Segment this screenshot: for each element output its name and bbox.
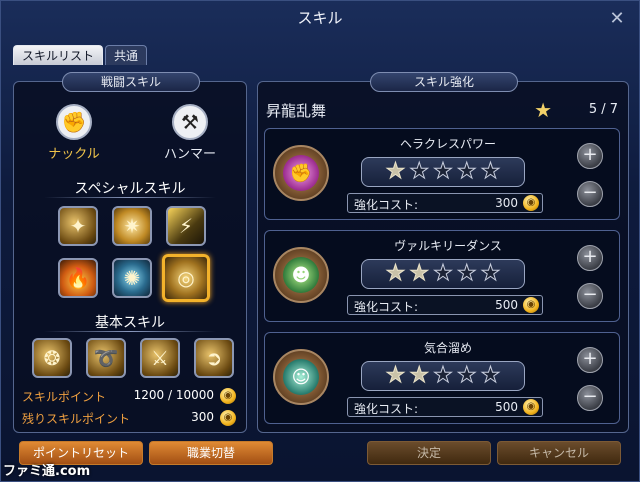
star-icon: ★ xyxy=(534,98,552,122)
special-skill-icon-4[interactable]: 🔥 xyxy=(58,258,98,298)
weapon-hammer-label: ハンマー xyxy=(163,147,216,162)
star-rating: ★ ★ ★ ★ ★ xyxy=(361,157,525,187)
special-skill-heading: スペシャルスキル xyxy=(74,181,186,197)
star-empty-icon: ★ xyxy=(433,363,454,388)
special-skill-icon-3[interactable]: ⚡ xyxy=(166,206,206,246)
enhance-cost: 強化コスト: 500 ◉ xyxy=(347,295,543,315)
basic-skill-heading: 基本スキル xyxy=(95,315,165,331)
remaining-points-row: 残りスキルポイント 300 ◉ xyxy=(22,410,238,428)
skill-points-value: 1200 / 10000 xyxy=(133,388,214,402)
basic-skill-icon-4[interactable]: ➲ xyxy=(194,338,234,378)
job-switch-button[interactable]: 職業切替 xyxy=(149,441,273,465)
enhancement-name: ヘラクレスパワー xyxy=(399,137,496,151)
star-empty-icon: ★ xyxy=(480,159,501,184)
coin-icon: ◉ xyxy=(523,297,539,313)
enhancement-name: 気合溜め xyxy=(423,341,472,355)
skill-points-row: スキルポイント 1200 / 10000 ◉ xyxy=(22,388,238,406)
divider xyxy=(44,331,216,332)
valkyrie-icon: ☻ xyxy=(283,257,319,293)
basic-skill-icon-3[interactable]: ⚔ xyxy=(140,338,180,378)
skill-enhance-panel: スキル強化 昇龍乱舞 ★ 5 / 7 ✊ ヘラクレスパワー ★ ★ ★ ★ ★ 強化コス… xyxy=(257,72,629,433)
cost-value: 500 xyxy=(495,298,518,312)
star-rating: ★ ★ ★ ★ ★ xyxy=(361,259,525,289)
tab-skill-list[interactable]: スキルリスト xyxy=(13,45,104,65)
enhancement-name: ヴァルキリーダンス xyxy=(394,239,502,253)
special-skill-icon-5[interactable]: ✺ xyxy=(112,258,152,298)
special-skill-icon-6-selected[interactable]: ◎ xyxy=(162,254,210,302)
skill-points-label: スキルポイント xyxy=(22,390,107,404)
cost-label: 強化コスト: xyxy=(354,300,419,314)
star-rating: ★ ★ ★ ★ ★ xyxy=(361,361,525,391)
weapon-knuckle-label: ナックル xyxy=(48,147,100,162)
hammer-icon: ⚒ xyxy=(172,104,208,140)
star-empty-icon: ★ xyxy=(456,159,477,184)
combat-skill-header: 戦闘スキル xyxy=(62,72,200,92)
star-filled-icon: ★ xyxy=(409,363,430,388)
divider xyxy=(44,197,216,198)
star-filled-icon: ★ xyxy=(385,261,406,286)
cost-label: 強化コスト: xyxy=(354,198,419,212)
enhance-cost: 強化コスト: 500 ◉ xyxy=(347,397,543,417)
basic-skill-icon-2[interactable]: ➰ xyxy=(86,338,126,378)
emblem-icon: ☺ xyxy=(273,349,329,405)
enhancement-card-2: ☻ ヴァルキリーダンス ★ ★ ★ ★ ★ 強化コスト: 500 ◉ + − xyxy=(264,230,620,322)
cost-value: 300 xyxy=(495,196,518,210)
weapon-hammer[interactable]: ⚒ ハンマー xyxy=(150,104,230,162)
confirm-button[interactable]: 決定 xyxy=(367,441,491,465)
minus-button[interactable]: − xyxy=(577,385,603,411)
minus-button[interactable]: − xyxy=(577,181,603,207)
weapon-selector: ✊ ナックル ⚒ ハンマー xyxy=(14,104,246,164)
star-empty-icon: ★ xyxy=(480,363,501,388)
remaining-points-value: 300 xyxy=(191,410,214,424)
plus-button[interactable]: + xyxy=(577,245,603,271)
emblem-icon: ✊ xyxy=(273,145,329,201)
enhance-cost: 強化コスト: 300 ◉ xyxy=(347,193,543,213)
selected-skill-name: 昇龍乱舞 xyxy=(266,102,327,120)
basic-skill-icon-1[interactable]: ❂ xyxy=(32,338,72,378)
star-empty-icon: ★ xyxy=(480,261,501,286)
coin-icon: ◉ xyxy=(523,195,539,211)
star-empty-icon: ★ xyxy=(409,159,430,184)
coin-icon: ◉ xyxy=(523,399,539,415)
selected-skill-header: 昇龍乱舞 ★ 5 / 7 xyxy=(266,98,620,122)
tab-common[interactable]: 共通 xyxy=(105,45,148,65)
star-empty-icon: ★ xyxy=(433,261,454,286)
enhancement-card-3: ☺ 気合溜め ★ ★ ★ ★ ★ 強化コスト: 500 ◉ + − xyxy=(264,332,620,424)
special-skill-icon-2[interactable]: ✷ xyxy=(112,206,152,246)
remaining-points-label: 残りスキルポイント xyxy=(22,412,131,426)
fist-icon: ✊ xyxy=(283,155,319,191)
cancel-button[interactable]: キャンセル xyxy=(497,441,621,465)
window-title: スキル xyxy=(297,9,343,27)
enhancement-card-1: ✊ ヘラクレスパワー ★ ★ ★ ★ ★ 強化コスト: 300 ◉ + − xyxy=(264,128,620,220)
plus-button[interactable]: + xyxy=(577,143,603,169)
skill-window: スキル ✕ スキルリスト 共通 戦闘スキル ✊ ナックル ⚒ ハンマー スペシャ… xyxy=(0,0,640,482)
tab-bar: スキルリスト 共通 xyxy=(13,45,148,65)
star-filled-icon: ★ xyxy=(385,159,406,184)
cost-value: 500 xyxy=(495,400,518,414)
fist-icon: ✊ xyxy=(56,104,92,140)
coin-icon: ◉ xyxy=(220,388,236,404)
enhance-count: 5 / 7 xyxy=(588,102,618,117)
weapon-knuckle[interactable]: ✊ ナックル xyxy=(34,104,114,162)
star-filled-icon: ★ xyxy=(409,261,430,286)
watermark: ファミ通.com xyxy=(3,464,91,479)
star-empty-icon: ★ xyxy=(433,159,454,184)
meditate-icon: ☺ xyxy=(283,359,319,395)
minus-button[interactable]: − xyxy=(577,283,603,309)
close-button[interactable]: ✕ xyxy=(607,9,627,29)
special-skill-icon-1[interactable]: ✦ xyxy=(58,206,98,246)
emblem-icon: ☻ xyxy=(273,247,329,303)
plus-button[interactable]: + xyxy=(577,347,603,373)
coin-icon: ◉ xyxy=(220,410,236,426)
skill-enhance-header: スキル強化 xyxy=(370,72,518,92)
cost-label: 強化コスト: xyxy=(354,402,419,416)
combat-skill-panel: 戦闘スキル ✊ ナックル ⚒ ハンマー スペシャルスキル ✦ ✷ ⚡ 🔥 ✺ ◎… xyxy=(13,72,247,433)
star-empty-icon: ★ xyxy=(456,363,477,388)
star-filled-icon: ★ xyxy=(385,363,406,388)
star-empty-icon: ★ xyxy=(456,261,477,286)
